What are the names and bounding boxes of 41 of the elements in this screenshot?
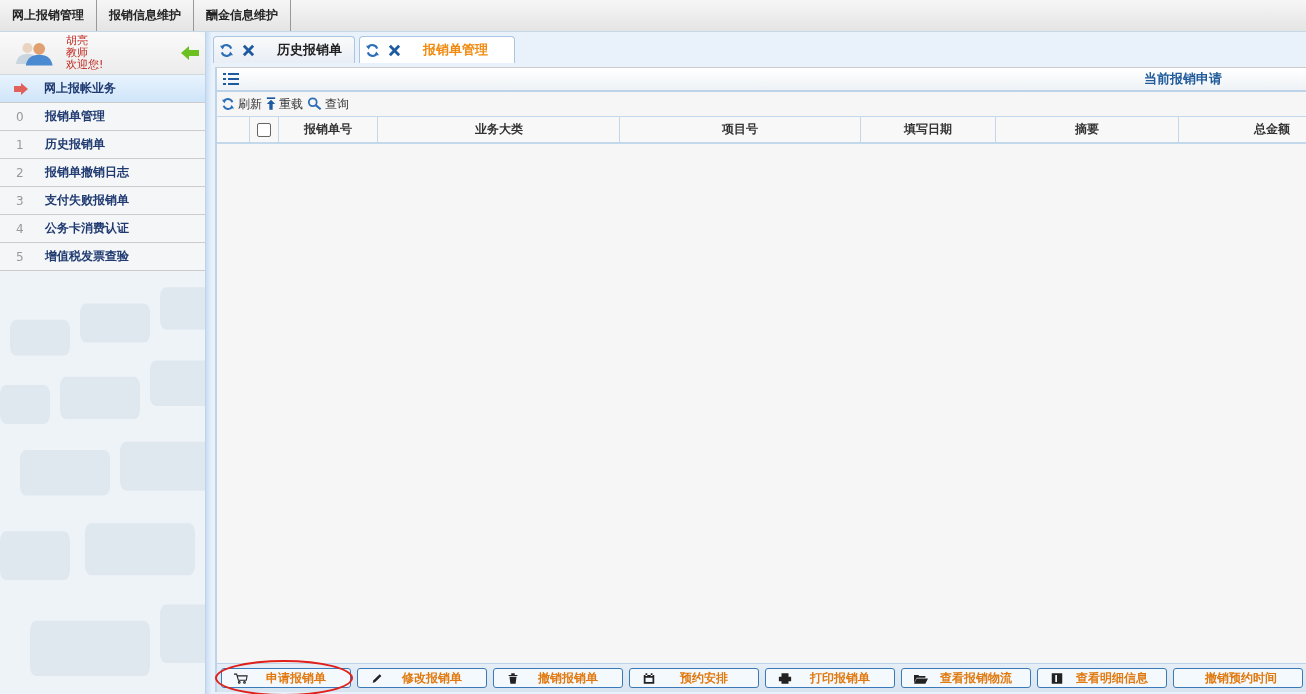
top-menu-item[interactable]: 酬金信息维护 (194, 0, 291, 31)
sidebar-item[interactable]: 1 历史报销单 (0, 131, 205, 159)
sidebar-item[interactable]: 3 支付失败报销单 (0, 187, 205, 215)
top-menu-item[interactable]: 网上报销管理 (0, 0, 97, 31)
search-icon (307, 97, 322, 111)
upload-icon (266, 97, 276, 111)
panel-title: 当前报销申请 (1144, 70, 1222, 88)
calendar-icon (642, 672, 656, 684)
toolbar-button[interactable]: 查询 (307, 96, 349, 112)
arrow-right-icon (14, 82, 28, 95)
refresh-icon[interactable] (219, 42, 234, 58)
toolbar-button[interactable]: 刷新 (221, 96, 262, 112)
column-header[interactable]: 业务大类 (378, 117, 620, 142)
sidebar-section[interactable]: 网上报帐业务 (0, 75, 205, 103)
users-icon (14, 40, 56, 66)
sidebar-item[interactable]: 4 公务卡消费认证 (0, 215, 205, 243)
refresh-icon (221, 97, 235, 111)
folder-icon (914, 672, 928, 684)
pencil-icon (370, 672, 384, 684)
close-icon[interactable] (388, 43, 401, 57)
trash-icon (506, 672, 520, 684)
select-all-checkbox[interactable] (257, 122, 271, 137)
book-icon (1050, 672, 1064, 684)
tab[interactable]: 历史报销单 (213, 36, 355, 63)
welcome-text: 欢迎您! (66, 59, 105, 71)
user-role: 教师 (66, 47, 88, 59)
printer-icon (778, 672, 792, 684)
cart-icon (234, 672, 248, 684)
toolbar-button[interactable]: 重载 (266, 96, 303, 112)
column-header[interactable]: 项目号 (620, 117, 861, 142)
refresh-icon[interactable] (365, 42, 380, 58)
sidebar-item[interactable]: 2 报销单撤销日志 (0, 159, 205, 187)
close-icon[interactable] (242, 43, 255, 57)
list-icon[interactable] (223, 73, 239, 85)
column-header[interactable]: 摘要 (996, 117, 1179, 142)
sidebar-item[interactable]: 0 报销单管理 (0, 103, 205, 131)
column-header[interactable]: 填写日期 (861, 117, 996, 142)
column-header[interactable]: 报销单号 (279, 117, 378, 142)
top-menu-item[interactable]: 报销信息维护 (97, 0, 194, 31)
column-header[interactable]: 总金额 (1179, 117, 1306, 142)
user-name: 胡亮 (66, 35, 89, 47)
